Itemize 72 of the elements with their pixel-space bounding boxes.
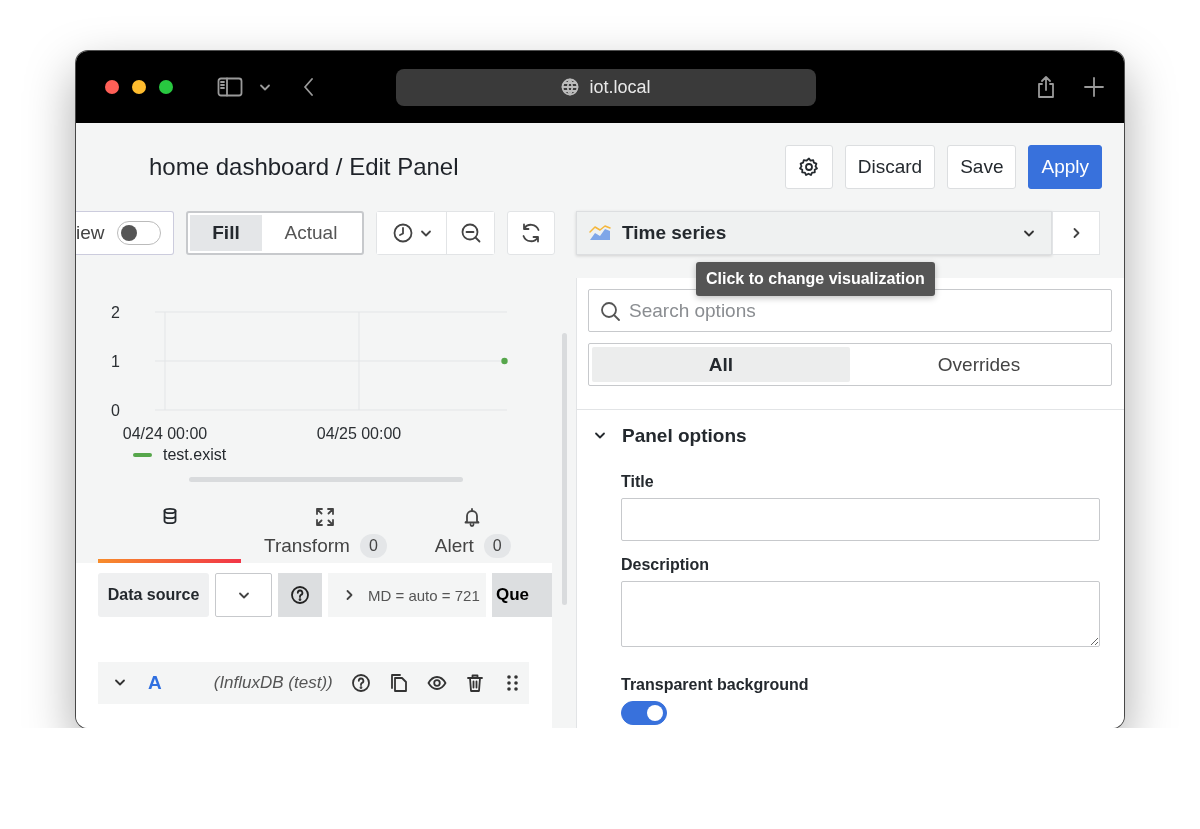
trash-icon[interactable]	[464, 673, 485, 693]
database-icon	[161, 507, 178, 527]
page-title: home dashboard / Edit Panel	[149, 153, 459, 181]
view-toggle-control[interactable]: iew	[76, 211, 174, 255]
transform-icon	[315, 507, 336, 527]
editor-tab[interactable]: Alert 0	[434, 507, 511, 563]
tab-label: Alert	[434, 535, 474, 557]
scrollbar[interactable]	[189, 477, 463, 482]
editor-tab[interactable]: Transform 0	[264, 507, 387, 563]
window-control-button[interactable]	[132, 80, 146, 94]
chevron-down-icon	[1023, 228, 1035, 238]
settings-button[interactable]	[784, 145, 833, 189]
query-options-bar[interactable]: MD = auto = 721	[328, 573, 486, 617]
y-axis-label: 2	[111, 304, 120, 321]
toolbar-button[interactable]: Discard	[844, 145, 936, 189]
legend-swatch	[133, 453, 152, 457]
toolbar-button[interactable]: Save	[947, 145, 1017, 189]
count-badge: 0	[483, 534, 511, 558]
options-tab[interactable]: All	[592, 347, 850, 382]
field-label: Title	[621, 473, 654, 491]
chevron-down-icon	[237, 590, 250, 600]
window-control-button[interactable]	[105, 80, 119, 94]
query-name[interactable]: A	[148, 672, 162, 694]
size-mode-tab[interactable]: Fill	[190, 215, 262, 251]
refresh-button[interactable]	[507, 211, 555, 255]
tab-label: Transform	[264, 535, 350, 557]
url-text: iot.local	[589, 76, 651, 98]
y-axis-label: 0	[111, 402, 120, 419]
search-icon	[600, 301, 620, 321]
tooltip: Click to change visualization	[696, 262, 935, 296]
section-header[interactable]: Panel options	[594, 425, 1124, 447]
refresh-icon	[520, 222, 542, 244]
field-label: Description	[621, 556, 709, 574]
eye-icon[interactable]	[426, 673, 447, 693]
data-point	[501, 357, 508, 365]
help-icon[interactable]	[350, 673, 371, 693]
address-bar[interactable]: iot.local	[396, 68, 816, 106]
x-axis-label: 04/24 00:00	[122, 425, 208, 442]
field-label: Data source	[98, 573, 209, 617]
plus-icon[interactable]	[1084, 77, 1104, 97]
chevron-right-icon	[1071, 227, 1081, 239]
area-chart-icon	[589, 223, 611, 243]
scrollbar[interactable]	[562, 333, 567, 605]
clock-icon	[391, 222, 414, 244]
help-button[interactable]	[278, 573, 322, 617]
chevron-right-icon	[344, 589, 354, 601]
x-axis-label: 04/25 00:00	[316, 425, 402, 442]
toggle-switch[interactable]	[116, 221, 161, 245]
chevron-down-icon	[419, 228, 432, 238]
y-axis-label: 1	[111, 353, 120, 370]
legend-label[interactable]: test.exist	[163, 446, 227, 464]
settings-icon	[797, 156, 820, 178]
query-inspector-button[interactable]: Que	[492, 573, 552, 617]
zoom-out-icon	[459, 222, 482, 244]
time-picker-button[interactable]	[377, 212, 447, 254]
field-label: Transparent background	[621, 676, 809, 694]
toggle-switch[interactable]	[621, 701, 667, 725]
share-icon[interactable]	[1035, 76, 1057, 98]
chevron-down-icon[interactable]	[259, 82, 271, 92]
window-control-button[interactable]	[159, 80, 173, 94]
text-input[interactable]	[621, 498, 1100, 541]
visualization-picker[interactable]: Time series	[576, 211, 1052, 255]
help-icon	[290, 585, 310, 605]
search-field[interactable]: Search options	[588, 289, 1112, 332]
apply-button[interactable]: Apply	[1028, 145, 1102, 189]
globe-icon	[561, 78, 580, 96]
data-source-name: (InfluxDB (test))	[213, 673, 333, 693]
sidebar-icon[interactable]	[217, 77, 243, 97]
copy-icon[interactable]	[388, 673, 409, 693]
query-options-summary: MD = auto = 721	[368, 586, 480, 604]
back-icon[interactable]	[303, 78, 314, 96]
count-badge: 0	[359, 534, 387, 558]
